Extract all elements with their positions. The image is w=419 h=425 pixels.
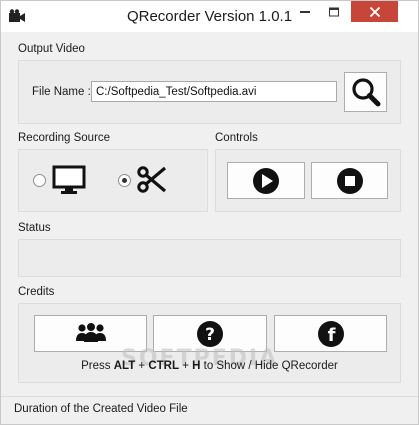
- facebook-icon: f: [317, 320, 344, 347]
- people-icon: [75, 322, 106, 342]
- svg-text:?: ?: [205, 325, 215, 345]
- hint-joiner-1: +: [135, 360, 149, 372]
- radio-region[interactable]: [118, 174, 131, 187]
- hint-prefix: Press: [81, 360, 114, 372]
- browse-button[interactable]: [344, 72, 387, 112]
- controls-label: Controls: [215, 132, 258, 144]
- status-label: Status: [18, 222, 51, 234]
- hint-joiner-2: +: [179, 360, 193, 372]
- close-icon: [369, 6, 380, 17]
- recording-source-group: [18, 149, 208, 212]
- app-window: QRecorder Version 1.0.1 Output Video Fil…: [0, 0, 419, 425]
- status-box: [18, 239, 401, 277]
- radio-selected-dot: [122, 178, 127, 183]
- minimize-button[interactable]: [292, 1, 318, 22]
- title-bar[interactable]: QRecorder Version 1.0.1: [1, 1, 418, 32]
- hotkey-hint: Press ALT + CTRL + H to Show / Hide QRec…: [1, 360, 418, 372]
- svg-text:f: f: [327, 325, 335, 346]
- hint-suffix: to Show / Hide QRecorder: [200, 360, 338, 372]
- output-video-label: Output Video: [18, 43, 85, 55]
- play-icon: [253, 167, 279, 194]
- close-button[interactable]: [351, 1, 398, 22]
- file-name-label: File Name :: [32, 86, 91, 98]
- scissors-icon: [137, 166, 167, 193]
- hint-key-ctrl: CTRL: [148, 360, 180, 372]
- monitor-icon: [52, 165, 86, 194]
- magnifier-icon: [351, 78, 380, 107]
- file-name-input[interactable]: [91, 81, 337, 102]
- duration-status: Duration of the Created Video File: [14, 403, 188, 415]
- stop-button[interactable]: [311, 162, 388, 199]
- hint-key-alt: ALT: [113, 360, 136, 372]
- facebook-button[interactable]: f: [274, 315, 387, 352]
- maximize-button[interactable]: [321, 1, 347, 22]
- radio-screen[interactable]: [33, 174, 46, 187]
- recording-source-label: Recording Source: [18, 132, 111, 144]
- footer-divider: [1, 396, 418, 397]
- stop-icon: [336, 167, 363, 194]
- maximize-icon: [329, 7, 339, 16]
- minimize-icon: [300, 10, 310, 13]
- question-icon: ?: [197, 320, 223, 347]
- play-button[interactable]: [227, 162, 305, 199]
- credits-label: Credits: [18, 286, 55, 298]
